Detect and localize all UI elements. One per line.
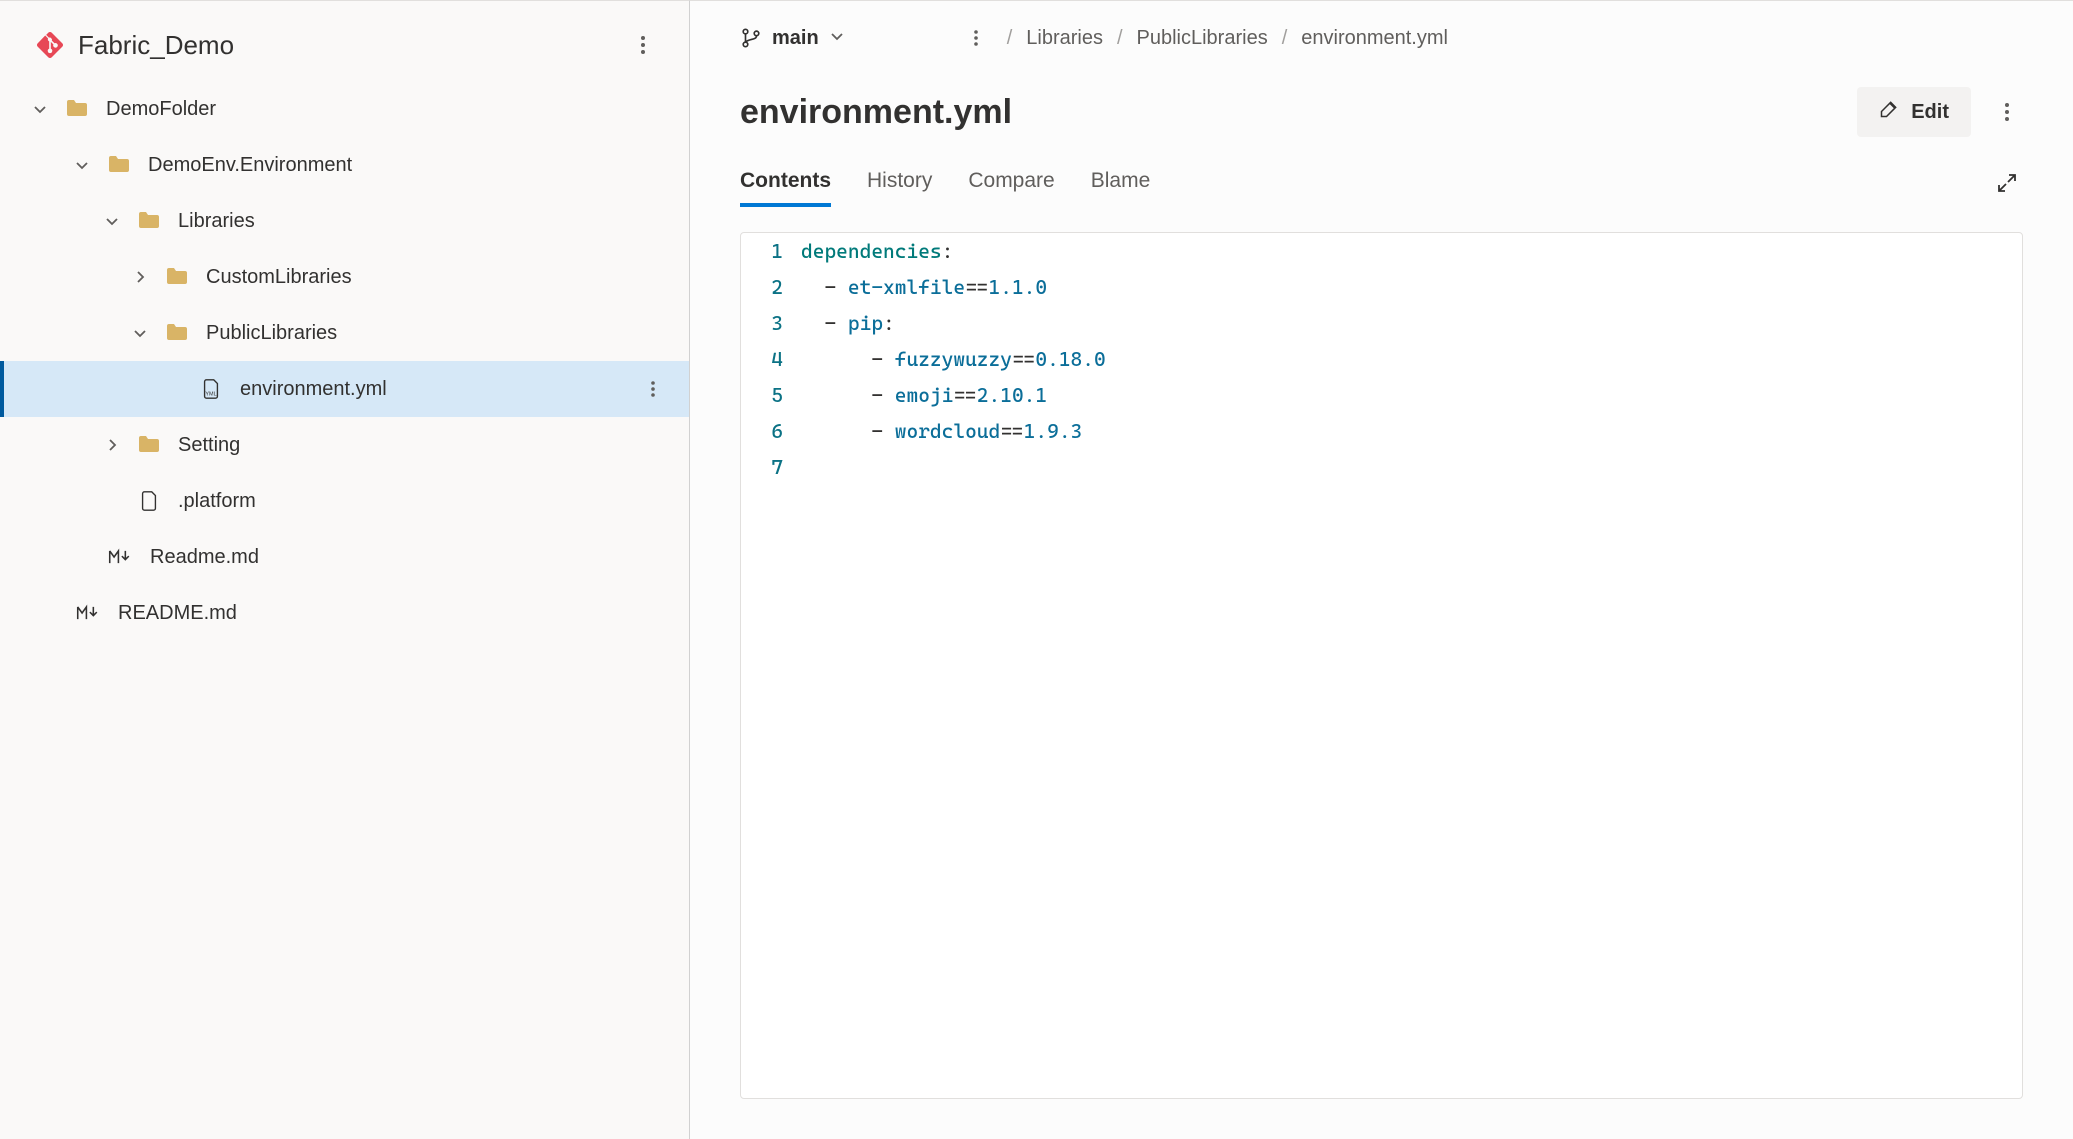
tree-item-publiclibraries[interactable]: PublicLibraries (0, 305, 689, 361)
tree-label: .platform (178, 490, 669, 513)
branch-selector[interactable]: main (740, 27, 845, 50)
chevron-down-icon[interactable] (72, 155, 92, 175)
chevron-down-icon[interactable] (30, 99, 50, 119)
tab-compare[interactable]: Compare (968, 159, 1054, 207)
chevron-down-icon[interactable] (130, 323, 150, 343)
tree-item-demofolder[interactable]: DemoFolder (0, 81, 689, 137)
code-line: 7 (741, 449, 2022, 485)
title-bar: environment.yml Edit (690, 65, 2073, 147)
breadcrumb-item[interactable]: Libraries (1026, 27, 1103, 50)
tree-item-libraries[interactable]: Libraries (0, 193, 689, 249)
pencil-icon (1879, 99, 1899, 125)
breadcrumb-item[interactable]: PublicLibraries (1137, 27, 1268, 50)
tree-label: README.md (118, 602, 669, 625)
tree-item-environment-yml[interactable]: YML environment.yml (0, 361, 689, 417)
tree-label: Setting (178, 434, 669, 457)
tree-item-customlibraries[interactable]: CustomLibraries (0, 249, 689, 305)
markdown-icon (108, 544, 134, 570)
git-branch-icon (740, 27, 762, 49)
line-number: 4 (741, 341, 801, 377)
folder-icon (136, 432, 162, 458)
tree-label: DemoEnv.Environment (148, 154, 669, 177)
file-tree: DemoFolder DemoEnv.Environment Libraries… (0, 81, 689, 641)
folder-icon (164, 264, 190, 290)
code-line: 2 - et-xmlfile==1.1.0 (741, 269, 2022, 305)
folder-icon (106, 152, 132, 178)
file-title: environment.yml (740, 93, 1857, 132)
tree-item-readme-upper[interactable]: README.md (0, 585, 689, 641)
tab-blame[interactable]: Blame (1091, 159, 1151, 207)
folder-icon (64, 96, 90, 122)
chevron-right-icon[interactable] (130, 267, 150, 287)
file-more-button[interactable] (1991, 96, 2023, 128)
code-line: 5 - emoji==2.10.1 (741, 377, 2022, 413)
breadcrumb-separator: / (1117, 27, 1123, 50)
line-number: 5 (741, 377, 801, 413)
file-tree-sidebar: Fabric_Demo DemoFolder DemoEnv.Environme… (0, 0, 690, 1139)
svg-text:YML: YML (205, 391, 216, 397)
line-number: 1 (741, 233, 801, 269)
line-number: 2 (741, 269, 801, 305)
tree-label: PublicLibraries (206, 322, 669, 345)
code-line: 3 - pip: (741, 305, 2022, 341)
branch-more-button[interactable] (961, 23, 991, 53)
code-line: 6 - wordcloud==1.9.3 (741, 413, 2022, 449)
file-icon (136, 488, 162, 514)
tree-label: Libraries (178, 210, 669, 233)
tree-item-readme-lower[interactable]: Readme.md (0, 529, 689, 585)
expand-button[interactable] (1991, 167, 2023, 199)
tree-item-demoenv[interactable]: DemoEnv.Environment (0, 137, 689, 193)
breadcrumb-item-current[interactable]: environment.yml (1301, 27, 1448, 50)
tree-label: DemoFolder (106, 98, 669, 121)
repo-title[interactable]: Fabric_Demo (78, 30, 627, 61)
top-bar: main / Libraries / PublicLibraries / env… (690, 1, 2073, 65)
line-number: 6 (741, 413, 801, 449)
chevron-down-icon[interactable] (102, 211, 122, 231)
tree-item-platform[interactable]: .platform (0, 473, 689, 529)
edit-label: Edit (1911, 101, 1949, 124)
breadcrumb-separator: / (1007, 27, 1013, 50)
chevron-right-icon[interactable] (102, 435, 122, 455)
yml-file-icon: YML (198, 376, 224, 402)
git-repo-icon (36, 31, 64, 59)
breadcrumb-separator: / (1282, 27, 1288, 50)
main-content: main / Libraries / PublicLibraries / env… (690, 0, 2073, 1139)
edit-button[interactable]: Edit (1857, 87, 1971, 137)
tree-item-more-button[interactable] (637, 373, 669, 405)
line-number: 3 (741, 305, 801, 341)
tabs-bar: Contents History Compare Blame (690, 147, 2073, 208)
folder-icon (136, 208, 162, 234)
repo-more-button[interactable] (627, 29, 659, 61)
tree-label: environment.yml (240, 378, 637, 401)
chevron-down-icon (829, 27, 845, 50)
tab-history[interactable]: History (867, 159, 932, 207)
breadcrumb: / Libraries / PublicLibraries / environm… (1007, 27, 1448, 50)
repo-header: Fabric_Demo (0, 17, 689, 81)
branch-name: main (772, 27, 819, 50)
tab-contents[interactable]: Contents (740, 159, 831, 207)
tree-label: Readme.md (150, 546, 669, 569)
markdown-icon (76, 600, 102, 626)
folder-icon (164, 320, 190, 346)
tree-label: CustomLibraries (206, 266, 669, 289)
code-line: 4 - fuzzywuzzy==0.18.0 (741, 341, 2022, 377)
code-viewer[interactable]: 1 dependencies: 2 - et-xmlfile==1.1.0 3 … (740, 232, 2023, 1099)
code-line: 1 dependencies: (741, 233, 2022, 269)
tree-item-setting[interactable]: Setting (0, 417, 689, 473)
line-number: 7 (741, 449, 801, 485)
